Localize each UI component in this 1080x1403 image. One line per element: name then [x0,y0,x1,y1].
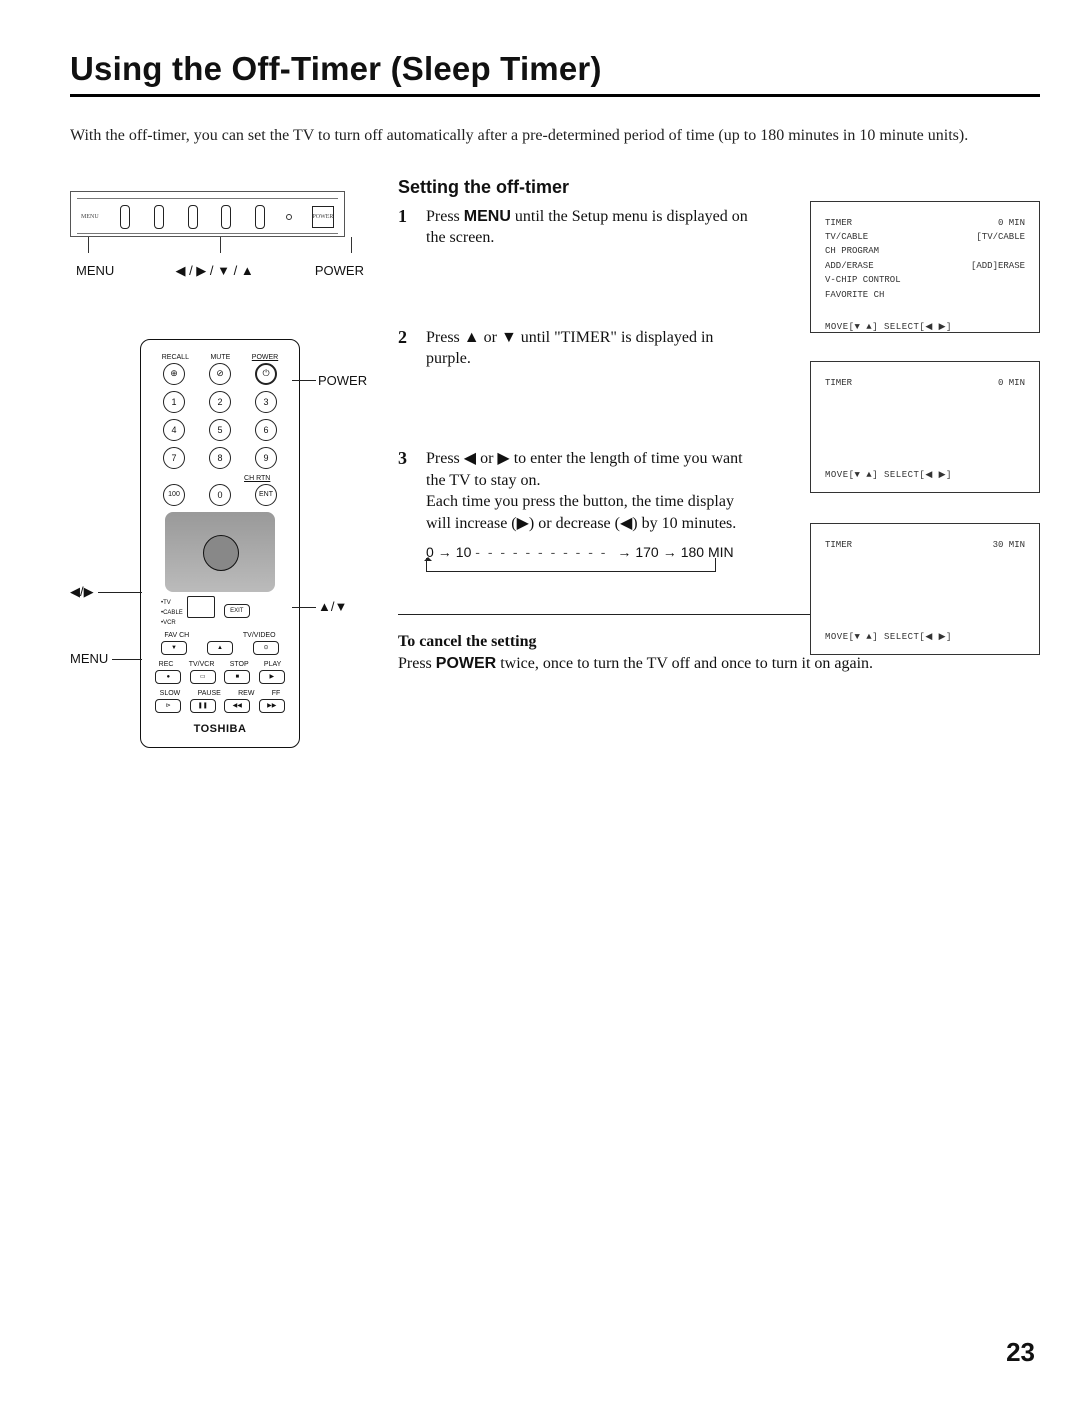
title-rule [70,94,1040,97]
favch-up: ▲ [207,641,233,655]
remote-power-label: POWER [252,354,278,361]
remote-recall-label: RECALL [162,354,189,361]
sequence-loop-arrow [426,558,716,572]
step-3-text: Press ◀ or ▶ to enter the length of time… [426,450,743,489]
digit-5: 5 [209,419,231,441]
digit-3: 3 [255,391,277,413]
tv-panel-callouts: MENU ◀ / ▶ / ▼ / ▲ POWER [70,263,370,279]
step-2-text: Press ▲ or ▼ until "TIMER" is displayed … [426,327,756,370]
remote-illustration: RECALL MUTE POWER ⊕ ⊘ ⏻ 1 2 3 4 5 6 7 8 9 CH R… [140,339,300,748]
tvvideo-button: ⊙ [253,641,279,655]
stop-button: ■ [224,670,250,684]
osd-screen-1: TIMER0 MIN TV/CABLE[TV/CABLE CH PROGRAM … [810,201,1040,333]
osd-screen-2: TIMER0 MIN MOVE[▼ ▲] SELECT[◀ ▶] [810,361,1040,493]
intro-text: With the off-timer, you can set the TV t… [70,125,1040,147]
tv-callout-arrows: ◀ / ▶ / ▼ / ▲ [175,263,253,279]
page-title: Using the Off-Timer (Sleep Timer) [70,50,1040,88]
ent-button: ENT [255,484,277,506]
tvvcr-button: ▭ [190,670,216,684]
power-icon: ⏻ [255,363,277,385]
tv-power-button-icon: POWER [312,206,334,228]
step-2-number: 2 [398,327,412,370]
tv-front-panel: MENU POWER [70,191,345,237]
mute-icon: ⊘ [209,363,231,385]
callout-power: POWER [318,373,367,388]
tv-callout-menu: MENU [76,263,114,279]
digit-4: 4 [163,419,185,441]
recall-icon: ⊕ [163,363,185,385]
digit-9: 9 [255,447,277,469]
remote-chrtn-label: CH RTN [244,475,270,482]
digit-0: 0 [209,484,231,506]
step-3-extra: Each time you press the button, the time… [426,493,736,532]
cancel-text-pre: Press [398,655,436,672]
cancel-bold: POWER [436,655,496,672]
section-heading: Setting the off-timer [398,177,1040,198]
favch-down: ▼ [161,641,187,655]
step-1-text-pre: Press [426,208,464,225]
osd-screen-3: TIMER30 MIN MOVE[▼ ▲] SELECT[◀ ▶] [810,523,1040,655]
callout-menu: MENU [70,651,108,666]
digit-7: 7 [163,447,185,469]
step-1-bold: MENU [464,208,511,225]
cancel-text-post: twice, once to turn the TV off and once … [496,655,873,672]
ff-button: ▶▶ [259,699,285,713]
rew-button: ◀◀ [224,699,250,713]
digit-2: 2 [209,391,231,413]
brand-label: TOSHIBA [151,723,289,735]
step-3-number: 3 [398,448,412,534]
digit-8: 8 [209,447,231,469]
pause-button: ❚❚ [190,699,216,713]
play-button: ▶ [259,670,285,684]
rec-button: ● [155,670,181,684]
exit-button: EXIT [224,604,250,618]
slow-button: ⊳ [155,699,181,713]
mode-switch: •TV •CABLE •VCR EXIT [155,596,289,628]
digit-1: 1 [163,391,185,413]
callout-ud: ▲/▼ [318,599,347,614]
callout-lr: ◀/▶ [70,584,94,600]
page-number: 23 [1006,1337,1035,1368]
nav-pad [165,512,275,592]
step-1-number: 1 [398,206,412,249]
remote-mute-label: MUTE [210,354,230,361]
tv-callout-power: POWER [315,263,364,279]
digit-6: 6 [255,419,277,441]
digit-100: 100 [163,484,185,506]
